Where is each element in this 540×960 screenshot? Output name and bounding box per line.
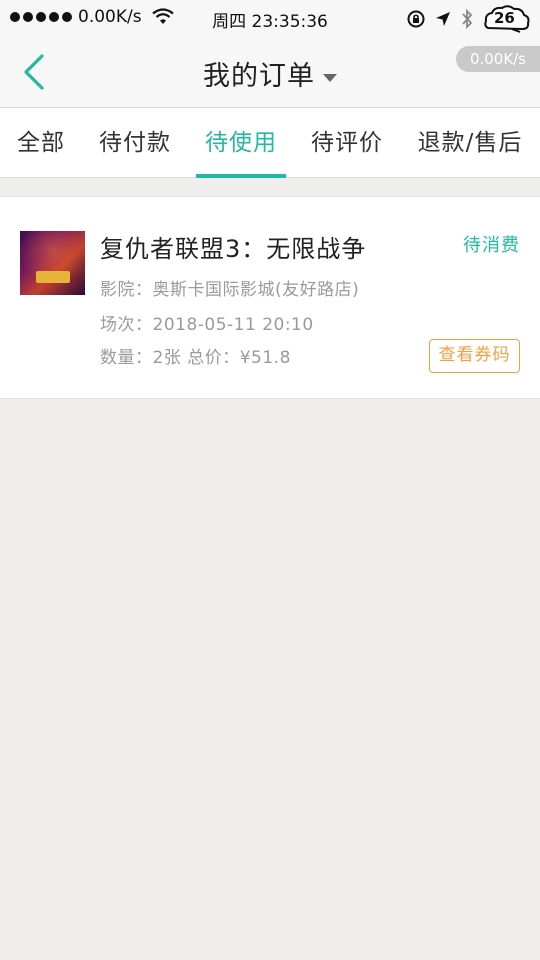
tab-pending-payment[interactable]: 待付款 [90, 108, 180, 178]
movie-title: 复仇者联盟3：无限战争 [100, 235, 367, 263]
speed-indicator: 0.00K/s [456, 46, 540, 72]
location-arrow-icon [436, 12, 450, 26]
page-title: 我的订单 [203, 61, 315, 92]
nav-bar: 我的订单 0.00K/s [0, 36, 540, 108]
quantity-total-info: 数量：2张 总价：¥51.8 [100, 348, 291, 368]
bluetooth-icon [462, 8, 473, 30]
movie-poster [20, 231, 85, 295]
caret-down-icon [323, 73, 337, 82]
tab-pending-review[interactable]: 待评价 [302, 108, 392, 178]
cinema-info: 影院：奥斯卡国际影城(友好路店) [100, 280, 360, 300]
order-card[interactable]: 复仇者联盟3：无限战争 待消费 影院：奥斯卡国际影城(友好路店) 场次：2018… [0, 196, 540, 399]
active-tab-indicator [196, 174, 286, 178]
battery-badge-icon: 26 [482, 4, 532, 34]
status-bar: 0.00K/s 周四 23:35:36 26 [0, 0, 540, 36]
order-status: 待消费 [463, 235, 520, 256]
tab-all[interactable]: 全部 [8, 108, 74, 178]
status-right: 26 [406, 4, 532, 34]
rotation-lock-icon [407, 10, 425, 28]
tab-refund-aftersale[interactable]: 退款/售后 [410, 108, 530, 178]
view-voucher-button[interactable]: 查看券码 [429, 339, 520, 373]
order-tabs: 全部 待付款 待使用 待评价 退款/售后 [0, 108, 540, 178]
session-info: 场次：2018-05-11 20:10 [100, 315, 314, 335]
battery-badge-value: 26 [494, 9, 515, 27]
tab-pending-use[interactable]: 待使用 [196, 108, 286, 178]
